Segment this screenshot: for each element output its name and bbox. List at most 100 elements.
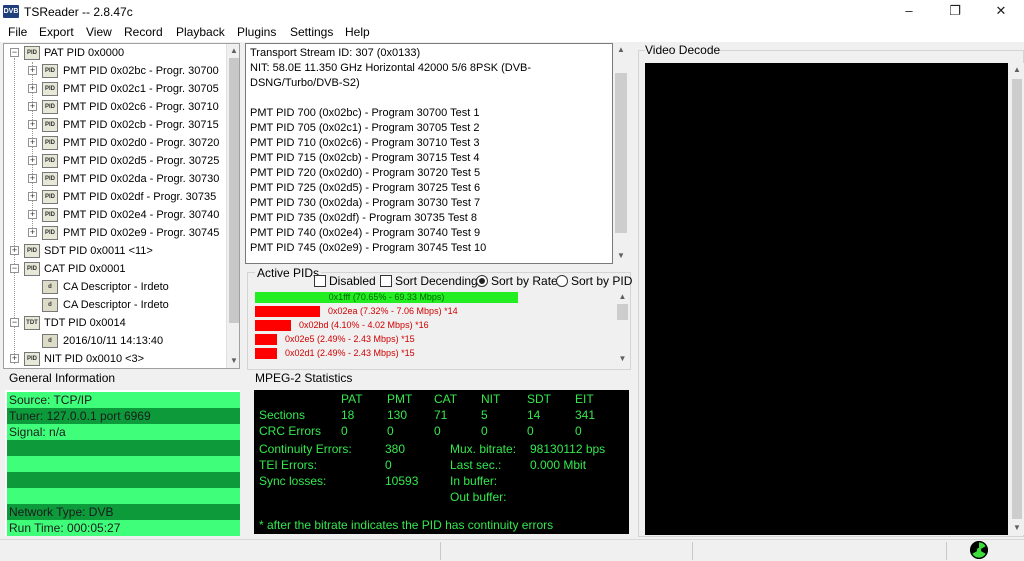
expand-icon[interactable]: + xyxy=(28,228,37,237)
info-line: PMT PID 745 (0x02e9) - Program 30745 Tes… xyxy=(250,242,487,254)
out-buffer-label: Out buffer: xyxy=(450,490,507,504)
info-line: PMT PID 735 (0x02df) - Program 30735 Tes… xyxy=(250,212,478,224)
tree-scrollbar[interactable]: ▲ ▼ xyxy=(226,44,239,368)
collapse-icon[interactable]: − xyxy=(10,318,19,327)
expand-icon[interactable]: + xyxy=(10,246,19,255)
restore-button[interactable]: ❐ xyxy=(932,0,978,24)
expand-icon[interactable]: + xyxy=(28,192,37,201)
collapse-icon[interactable]: − xyxy=(10,264,19,273)
info-line: PMT PID 700 (0x02bc) - Program 30700 Tes… xyxy=(250,107,480,119)
menu-file[interactable]: File xyxy=(8,25,27,39)
sections-pat: 18 xyxy=(341,408,355,422)
last-sec-label: Last sec.: xyxy=(450,458,502,472)
tree-item-label: PMT PID 0x02c6 - Progr. 30710 xyxy=(63,101,219,113)
in-buffer-label: In buffer: xyxy=(450,474,498,488)
tree-item-label: PMT PID 0x02cb - Progr. 30715 xyxy=(63,119,219,131)
pid-row[interactable]: 0x1fff (70.65% - 69.33 Mbps) xyxy=(253,291,615,304)
scroll-up-icon[interactable]: ▲ xyxy=(227,44,239,58)
info-line: PMT PID 740 (0x02e4) - Program 30740 Tes… xyxy=(250,227,481,239)
radiation-icon xyxy=(970,541,988,559)
scroll-up-icon[interactable]: ▲ xyxy=(613,43,629,57)
sections-cat: 71 xyxy=(434,408,448,422)
checkbox-icon[interactable] xyxy=(380,275,392,287)
scroll-up-icon[interactable]: ▲ xyxy=(1010,63,1024,77)
crc-cat: 0 xyxy=(434,424,441,438)
pid-row[interactable]: 0x02e5 (2.49% - 2.43 Mbps) *15 xyxy=(253,333,615,346)
video-scrollbar[interactable]: ▲ ▼ xyxy=(1010,63,1024,535)
sections-pmt: 130 xyxy=(387,408,408,422)
radio-selected-icon[interactable] xyxy=(476,275,488,287)
scroll-down-icon[interactable]: ▼ xyxy=(616,352,629,366)
pid-bitrate-bar xyxy=(255,334,277,345)
close-button[interactable]: ✕ xyxy=(978,0,1024,24)
expand-icon[interactable]: + xyxy=(28,120,37,129)
info-line: PMT PID 720 (0x02d0) - Program 30720 Tes… xyxy=(250,167,481,179)
menu-help[interactable]: Help xyxy=(345,25,370,39)
status-divider xyxy=(692,542,693,560)
pids-scrollbar[interactable]: ▲ ▼ xyxy=(616,290,629,366)
menu-plugins[interactable]: Plugins xyxy=(237,25,276,39)
pid-row[interactable]: 0x02bd (4.10% - 4.02 Mbps) *16 xyxy=(253,319,615,332)
sort-by-rate-radio[interactable]: Sort by Rate xyxy=(476,274,558,288)
window-title: TSReader -- 2.8.47c xyxy=(24,5,133,19)
menu-export[interactable]: Export xyxy=(39,25,74,39)
info-line: PMT PID 730 (0x02da) - Program 30730 Tes… xyxy=(250,197,481,209)
info-line: PMT PID 715 (0x02cb) - Program 30715 Tes… xyxy=(250,152,480,164)
menu-playback[interactable]: Playback xyxy=(176,25,225,39)
expand-icon[interactable]: + xyxy=(28,156,37,165)
tree-item-label: PMT PID 0x02e4 - Progr. 30740 xyxy=(63,209,220,221)
collapse-icon[interactable]: − xyxy=(10,48,19,57)
pid-node-icon: PID xyxy=(24,262,40,276)
pid-row[interactable]: 0x02d1 (2.49% - 2.43 Mbps) *15 xyxy=(253,347,615,360)
menu-settings[interactable]: Settings xyxy=(290,25,333,39)
sort-by-rate-label: Sort by Rate xyxy=(491,274,558,288)
expand-icon[interactable]: + xyxy=(28,138,37,147)
scroll-thumb[interactable] xyxy=(1012,79,1022,519)
general-info-panel: Source: TCP/IP Tuner: 127.0.0.1 port 696… xyxy=(5,390,240,536)
pid-bitrate-bar xyxy=(255,306,320,317)
expand-icon[interactable]: + xyxy=(28,84,37,93)
stream-info-text[interactable]: Transport Stream ID: 307 (0x0133) NIT: 58… xyxy=(245,43,613,264)
checkbox-icon[interactable] xyxy=(314,275,326,287)
sync-label: Sync losses: xyxy=(259,474,327,488)
scroll-thumb[interactable] xyxy=(615,73,627,233)
pid-row[interactable]: 0x02ea (7.32% - 7.06 Mbps) *14 xyxy=(253,305,615,318)
sync-value: 10593 xyxy=(385,474,419,488)
crc-eit: 0 xyxy=(575,424,582,438)
expand-icon[interactable]: + xyxy=(28,210,37,219)
expand-icon[interactable]: + xyxy=(28,66,37,75)
scroll-down-icon[interactable]: ▼ xyxy=(613,249,629,263)
sort-descending-checkbox[interactable]: Sort Decending xyxy=(380,274,478,288)
disabled-label: Disabled xyxy=(329,274,376,288)
crc-nit: 0 xyxy=(481,424,488,438)
gi-empty-row xyxy=(7,440,240,456)
scroll-down-icon[interactable]: ▼ xyxy=(1010,521,1024,535)
radio-icon[interactable] xyxy=(556,275,568,287)
tree-item-label: PMT PID 0x02df - Progr. 30735 xyxy=(63,191,217,203)
video-decode-display[interactable] xyxy=(645,63,1008,535)
continuity-label: Continuity Errors: xyxy=(259,442,352,456)
scroll-up-icon[interactable]: ▲ xyxy=(616,290,629,304)
pid-node-icon: PID xyxy=(24,46,40,60)
expand-icon[interactable]: + xyxy=(28,174,37,183)
status-divider xyxy=(946,542,947,560)
expand-icon[interactable]: + xyxy=(28,102,37,111)
minimize-button[interactable]: – xyxy=(886,0,932,24)
pid-bitrate-label: 0x02bd (4.10% - 4.02 Mbps) *16 xyxy=(299,320,429,330)
sort-by-pid-radio[interactable]: Sort by PID xyxy=(556,274,632,288)
scroll-thumb[interactable] xyxy=(229,58,239,323)
info-scrollbar[interactable]: ▲ ▼ xyxy=(613,43,629,264)
pid-node-icon: PID xyxy=(42,100,58,114)
scroll-thumb[interactable] xyxy=(617,304,628,320)
gi-tuner: Tuner: 127.0.0.1 port 6969 xyxy=(7,408,240,424)
pid-bitrate-list[interactable]: 0x1fff (70.65% - 69.33 Mbps) 0x02ea (7.32… xyxy=(253,291,615,363)
active-pids-legend: Active PIDs xyxy=(255,266,322,280)
disabled-checkbox[interactable]: Disabled xyxy=(314,274,376,288)
menu-view[interactable]: View xyxy=(86,25,112,39)
menu-record[interactable]: Record xyxy=(124,25,163,39)
pid-node-icon: PID xyxy=(42,136,58,150)
scroll-down-icon[interactable]: ▼ xyxy=(227,354,239,368)
pid-tree[interactable]: − PID PAT PID 0x0000 + PID PMT PID 0x02b… xyxy=(3,43,240,369)
tree-item-label: CA Descriptor - Irdeto xyxy=(63,281,169,293)
expand-icon[interactable]: + xyxy=(10,354,19,363)
